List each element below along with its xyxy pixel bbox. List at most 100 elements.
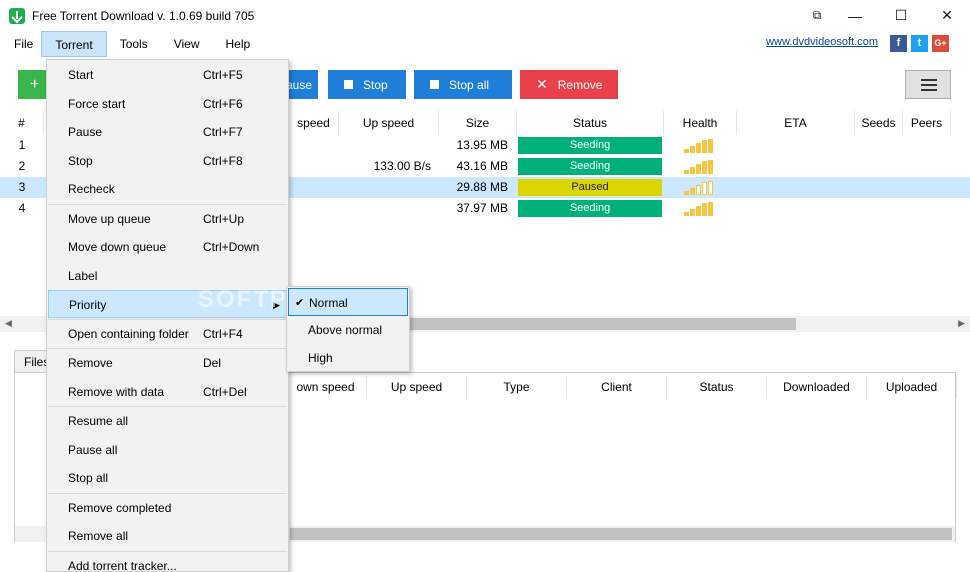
window-title: Free Torrent Download v. 1.0.69 build 70… <box>32 8 255 23</box>
health-bars-icon <box>684 139 724 153</box>
remove-button[interactable]: ✕ Remove <box>520 70 618 99</box>
menu-item-label: Pause <box>68 125 103 139</box>
menu-item-label: Move up queue <box>68 211 151 226</box>
menu-item-shortcut: Ctrl+F8 <box>203 153 243 168</box>
menu-item-label: Open containing folder <box>68 326 189 341</box>
health-bar <box>696 143 701 153</box>
maximize-button[interactable]: ☐ <box>878 0 924 31</box>
col-up-speed[interactable]: Up speed <box>339 111 439 135</box>
col-peer-down-speed[interactable]: own speed <box>285 376 367 398</box>
health-bar <box>684 170 689 174</box>
menu-item-move-up-queue[interactable]: Move up queue Ctrl+Up <box>48 205 287 233</box>
col-health[interactable]: Health <box>664 111 737 135</box>
hamburger-menu-button[interactable] <box>905 70 951 99</box>
health-bars-icon <box>684 160 724 174</box>
priority-above-normal[interactable]: Above normal <box>288 316 408 344</box>
menu-item-shortcut: Ctrl+Up <box>203 211 245 226</box>
health-bar <box>690 188 695 195</box>
menu-item-resume-all[interactable]: Resume all <box>48 407 287 435</box>
row-up-speed <box>339 177 431 198</box>
menu-item-move-down-queue[interactable]: Move down queue Ctrl+Down <box>48 233 287 261</box>
check-icon: ✔ <box>295 297 305 309</box>
pause-button[interactable]: ause <box>286 70 318 99</box>
col-eta[interactable]: ETA <box>737 111 855 135</box>
menu-item-shortcut: Del <box>203 356 222 370</box>
twitter-icon[interactable]: t <box>911 35 928 52</box>
website-link[interactable]: www.dvdvideosoft.com <box>766 36 878 48</box>
health-bar <box>684 212 689 216</box>
health-bar <box>696 206 701 216</box>
scroll-right-icon[interactable]: ▶ <box>958 318 965 329</box>
stop-all-button[interactable]: Stop all <box>414 70 512 99</box>
menu-tools[interactable]: Tools <box>107 31 161 57</box>
row-size: 37.97 MB <box>456 201 508 215</box>
col-peer-downloaded[interactable]: Downloaded <box>767 376 867 398</box>
hamburger-icon <box>921 79 937 81</box>
priority-high[interactable]: High <box>288 344 408 372</box>
close-button[interactable]: ✕ <box>924 0 970 31</box>
stop-button[interactable]: Stop <box>328 70 406 99</box>
col-peer-up-speed[interactable]: Up speed <box>367 376 467 398</box>
stop-icon <box>344 80 353 89</box>
title-bar: Free Torrent Download v. 1.0.69 build 70… <box>0 0 970 31</box>
stop-button-label: Stop <box>363 77 388 92</box>
row-up-speed: 133.00 B/s <box>373 159 431 173</box>
row-number: 1 <box>18 138 26 152</box>
menu-item-start[interactable]: Start Ctrl+F5 <box>48 61 287 89</box>
menu-item-force-start[interactable]: Force start Ctrl+F6 <box>48 90 287 118</box>
menu-item-label: Resume all <box>68 414 129 428</box>
col-down-speed[interactable]: speed <box>289 111 339 135</box>
menu-item-stop-all[interactable]: Stop all <box>48 464 287 492</box>
status-badge: Seeding <box>518 158 662 175</box>
menu-item-remove-with-data[interactable]: Remove with data Ctrl+Del <box>48 378 287 406</box>
x-icon: ✕ <box>536 76 548 92</box>
menu-item-label: Add torrent tracker... <box>68 558 177 572</box>
torrent-menu-dropdown: Start Ctrl+F5 Force start Ctrl+F6 Pause Ctrl+… <box>46 59 289 572</box>
menu-item-label: Move down queue <box>68 240 167 254</box>
lower-scroll-thumb[interactable] <box>290 528 952 540</box>
menu-item-remove[interactable]: Remove Del <box>48 349 287 377</box>
health-bar <box>702 203 707 216</box>
row-up-speed <box>339 135 431 156</box>
menu-help[interactable]: Help <box>213 31 264 57</box>
menu-item-pause-all[interactable]: Pause all <box>48 436 287 464</box>
menu-item-label: Remove all <box>68 529 129 543</box>
col-seeds[interactable]: Seeds <box>855 111 903 135</box>
col-peer-type[interactable]: Type <box>467 376 567 398</box>
scroll-left-icon[interactable]: ◀ <box>5 318 12 329</box>
menu-item-pause[interactable]: Pause Ctrl+F7 <box>48 118 287 146</box>
menu-item-stop[interactable]: Stop Ctrl+F8 <box>48 147 287 175</box>
menu-item-recheck[interactable]: Recheck <box>48 175 287 203</box>
menu-item-label: Priority <box>69 298 107 312</box>
menu-item-open-containing-folder[interactable]: Open containing folder Ctrl+F4 <box>48 320 287 348</box>
col-size[interactable]: Size <box>439 111 517 135</box>
menu-item-shortcut: Ctrl+Down <box>203 240 260 254</box>
col-peer-uploaded[interactable]: Uploaded <box>867 376 957 398</box>
col-peers[interactable]: Peers <box>903 111 951 135</box>
col-peer-client[interactable]: Client <box>567 376 667 398</box>
menu-item-shortcut: Ctrl+F5 <box>203 68 243 82</box>
menu-item-label: Stop all <box>68 471 109 485</box>
googleplus-icon[interactable]: G+ <box>932 35 949 52</box>
menu-item-remove-completed[interactable]: Remove completed <box>48 494 287 522</box>
priority-normal[interactable]: ✔ Normal <box>288 288 408 316</box>
restore-window-icon[interactable]: ⧉ <box>802 0 832 31</box>
menu-file[interactable]: File <box>0 31 41 57</box>
col-status[interactable]: Status <box>517 111 664 135</box>
menu-item-label: Remove <box>68 356 113 370</box>
col-peer-status[interactable]: Status <box>667 376 767 398</box>
stop-all-icon <box>430 80 439 89</box>
menu-view[interactable]: View <box>161 31 213 57</box>
col-number[interactable]: # <box>0 111 44 135</box>
menu-item-label: Force start <box>68 96 126 111</box>
facebook-icon[interactable]: f <box>890 35 907 52</box>
health-bar <box>702 161 707 174</box>
add-torrent-button[interactable]: + <box>18 70 48 99</box>
menu-item-add-torrent-tracker[interactable]: Add torrent tracker... <box>48 552 287 572</box>
menu-torrent[interactable]: Torrent <box>41 31 107 57</box>
menu-item-remove-all[interactable]: Remove all <box>48 522 287 550</box>
menu-item-shortcut: Ctrl+F6 <box>203 96 243 111</box>
row-size: 29.88 MB <box>456 180 508 194</box>
health-bar <box>708 202 713 216</box>
minimize-button[interactable]: — <box>832 0 878 31</box>
